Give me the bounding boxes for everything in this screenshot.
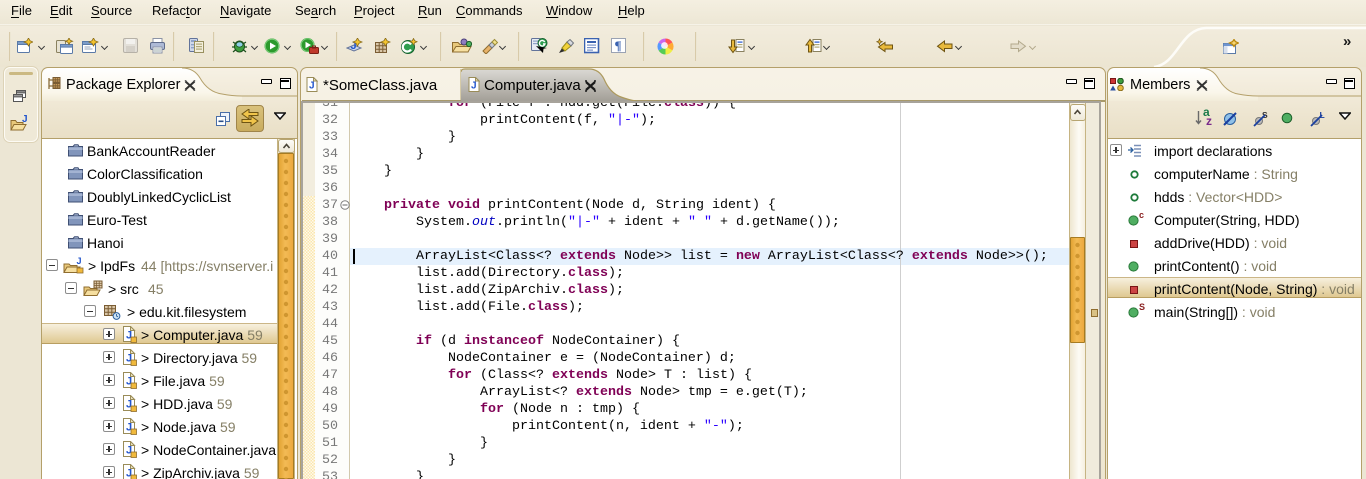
svg-text:J: J	[22, 114, 28, 125]
svg-text:J: J	[77, 257, 82, 266]
svg-text:J: J	[471, 81, 477, 92]
svg-text:¶: ¶	[615, 38, 622, 53]
svg-text:J: J	[309, 81, 315, 92]
